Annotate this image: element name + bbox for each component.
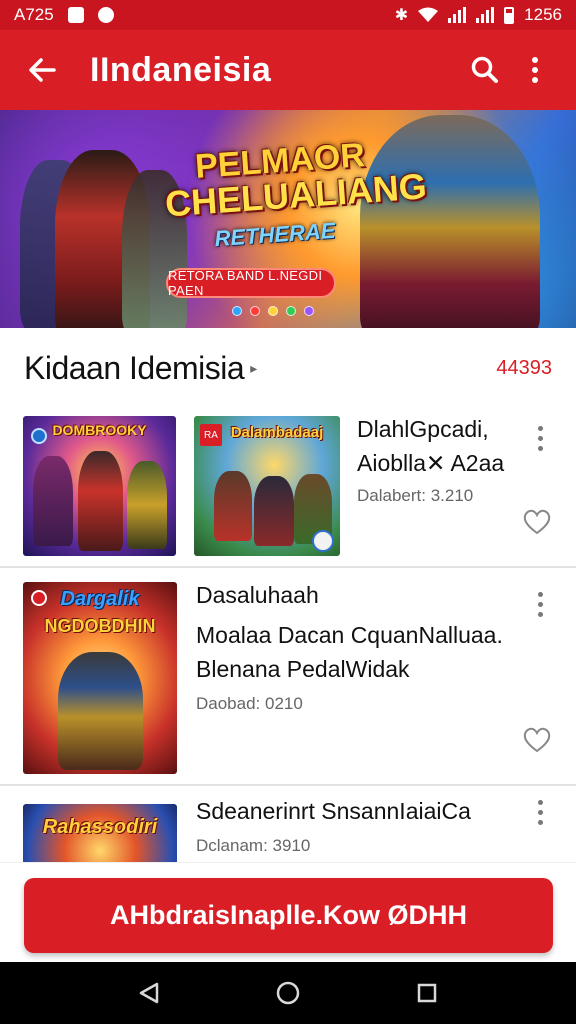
- carousel-indicator: [232, 306, 314, 316]
- thumbnail-badge: RA: [200, 424, 222, 446]
- battery-icon: [504, 6, 515, 24]
- item-meta: Dclanam: 3910: [196, 836, 311, 855]
- game-thumbnail[interactable]: DOMBROOKY: [23, 416, 176, 556]
- item-subtitle: Aioblla✕ A2aa: [357, 450, 505, 476]
- banner-button[interactable]: RETORA BAND L.NEGDI PAEN: [166, 268, 336, 298]
- banner-subtitle: RETHERAE: [213, 217, 337, 252]
- signal-icon: [476, 7, 495, 23]
- game-thumbnail[interactable]: Dalambadaaj RA: [194, 416, 340, 556]
- section-count: 44393: [496, 356, 552, 379]
- wifi-icon: [418, 7, 439, 22]
- carousel-dot[interactable]: [286, 306, 296, 316]
- carousel-dot[interactable]: [268, 306, 278, 316]
- item-info: Sdeanerinrt SnsannIaiaiCa Dclanam: 3910: [196, 796, 526, 858]
- game-list: DOMBROOKY Dalambadaaj RA DlahlGpcadi, Ai…: [0, 408, 576, 882]
- thumbnail-subtitle: NGDOBDHIN: [44, 616, 156, 636]
- app-bar: IIndaneisia: [0, 30, 576, 110]
- list-item[interactable]: Dargalik NGDOBDHIN Dasaluhaah Moalaa Dac…: [0, 568, 576, 786]
- signal-icon: [448, 7, 467, 23]
- more-vert-icon[interactable]: [528, 416, 552, 460]
- back-triangle-icon[interactable]: [124, 968, 174, 1018]
- item-meta: Dalabert: 3.210: [357, 486, 474, 505]
- carousel-dot[interactable]: [250, 306, 260, 316]
- item-subtitle: Blenana PedalWidak: [196, 656, 410, 682]
- heart-icon[interactable]: [522, 507, 552, 537]
- item-title: DlahlGpcadi,: [357, 416, 489, 442]
- heart-icon[interactable]: [522, 725, 552, 755]
- badge-icon: [31, 428, 47, 444]
- more-vert-icon[interactable]: [528, 790, 552, 834]
- list-item[interactable]: DOMBROOKY Dalambadaaj RA DlahlGpcadi, Ai…: [0, 408, 576, 568]
- search-icon[interactable]: [460, 45, 510, 95]
- more-vert-icon[interactable]: [528, 582, 552, 626]
- shield-icon: [312, 530, 334, 552]
- item-title: Dasaluhaah: [196, 582, 319, 608]
- page-title: IIndaneisia: [90, 50, 272, 89]
- app-screen: A725 ✱ 1256 IIndaneisia PELMAOR CHELUALI…: [0, 0, 576, 1024]
- item-title: Sdeanerinrt SnsannIaiaiCa: [196, 798, 471, 824]
- status-right-text: 1256: [524, 5, 562, 24]
- primary-action-button[interactable]: AHbdraisInaplle.Kow ØDHH: [24, 878, 553, 953]
- close-icon: [31, 590, 47, 606]
- more-vert-icon[interactable]: [510, 45, 560, 95]
- banner-character: [360, 115, 540, 328]
- status-bar: A725 ✱ 1256: [0, 0, 576, 30]
- game-thumbnail[interactable]: Dargalik NGDOBDHIN: [23, 582, 177, 774]
- carousel-dot[interactable]: [232, 306, 242, 316]
- bottom-action-bar: AHbdraisInaplle.Kow ØDHH: [0, 862, 576, 962]
- notification-icon: [97, 7, 114, 23]
- system-nav-bar: [0, 962, 576, 1024]
- bluetooth-icon: ✱: [394, 7, 409, 24]
- item-meta: Daobad: 0210: [196, 694, 303, 713]
- status-time: A725: [14, 5, 54, 24]
- carousel-dot[interactable]: [304, 306, 314, 316]
- item-info: Dasaluhaah Moalaa Dacan CquanNalluaa. Bl…: [196, 580, 526, 716]
- back-arrow-icon[interactable]: [22, 50, 62, 90]
- home-circle-icon[interactable]: [263, 968, 313, 1018]
- thumbnail-badge-text: RA: [204, 429, 218, 441]
- recents-square-icon[interactable]: [402, 968, 452, 1018]
- notification-icon: [67, 7, 84, 23]
- featured-banner[interactable]: PELMAOR CHELUALIANG RETHERAE RETORA BAND…: [0, 110, 576, 328]
- section-title[interactable]: Kidaan Idemisia: [24, 350, 245, 387]
- section-header: Kidaan Idemisia ▸ 44393: [0, 328, 576, 408]
- item-subtitle: Moalaa Dacan CquanNalluaa.: [196, 622, 503, 648]
- thumbnail-title: Dalambadaaj: [230, 424, 324, 441]
- chevron-right-icon: ▸: [250, 359, 258, 376]
- thumbnail-title: Rahassodiri: [42, 816, 158, 838]
- item-info: DlahlGpcadi, Aioblla✕ A2aa Dalabert: 3.2…: [357, 414, 527, 508]
